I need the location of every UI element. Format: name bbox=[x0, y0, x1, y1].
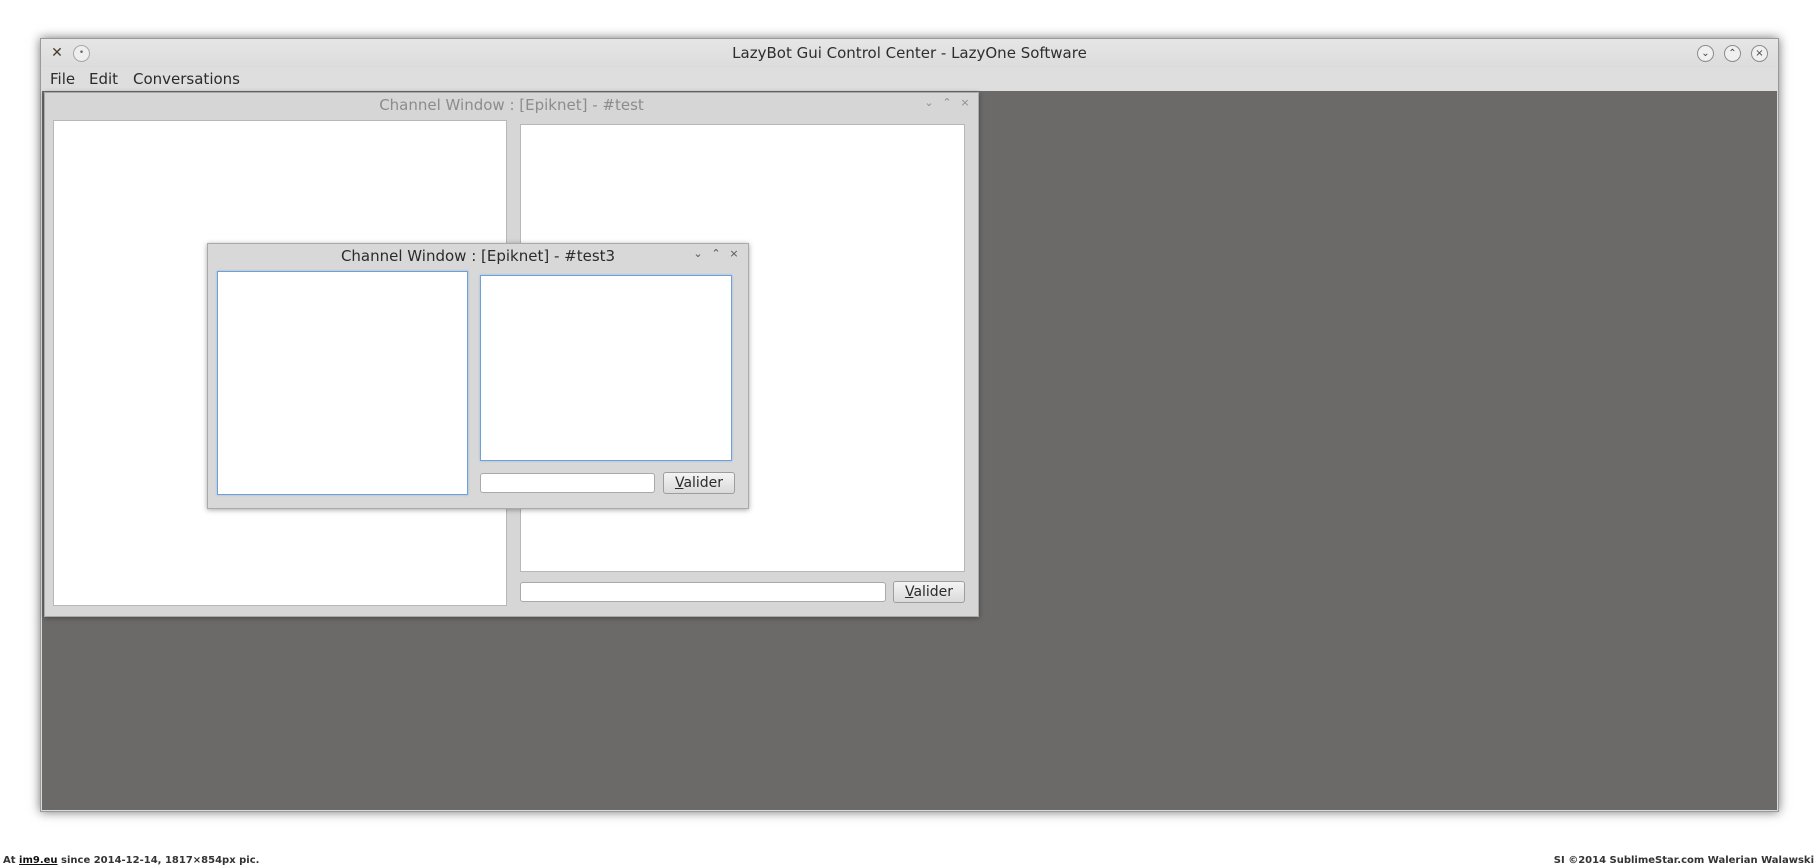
close-icon[interactable]: × bbox=[959, 96, 971, 110]
menu-bar: File Edit Conversations bbox=[41, 67, 1778, 91]
title-bar[interactable]: ✕ • LazyBot Gui Control Center - LazyOne… bbox=[41, 39, 1778, 67]
subwindow-title: Channel Window : [Epiknet] - #test bbox=[379, 96, 644, 114]
mdi-area: Channel Window : [Epiknet] - #test ⌄ ⌃ ×… bbox=[42, 91, 1777, 810]
maximize-icon[interactable]: ⌃ bbox=[1724, 45, 1741, 62]
valider-button[interactable]: Valider bbox=[893, 581, 965, 603]
maximize-icon[interactable]: ⌃ bbox=[710, 247, 722, 261]
close-icon[interactable]: × bbox=[728, 247, 740, 261]
footer-credit-right: SI ©2014 SublimeStar.com Walerian Walaws… bbox=[1553, 855, 1814, 866]
conversation-pane[interactable] bbox=[480, 275, 732, 461]
main-window: ✕ • LazyBot Gui Control Center - LazyOne… bbox=[40, 38, 1779, 812]
menu-file[interactable]: File bbox=[50, 70, 75, 88]
subwindow-title: Channel Window : [Epiknet] - #test3 bbox=[340, 247, 616, 265]
channel-window-test3[interactable]: Channel Window : [Epiknet] - #test3 ⌄ ⌃ … bbox=[207, 243, 749, 509]
footer-credit-left: At im9.eu since 2014-12-14, 1817×854px p… bbox=[3, 855, 260, 866]
close-icon[interactable]: × bbox=[1751, 45, 1768, 62]
shade-icon[interactable]: ⌄ bbox=[692, 247, 704, 261]
message-input[interactable] bbox=[480, 473, 655, 493]
menu-conversations[interactable]: Conversations bbox=[133, 70, 240, 88]
user-list-pane[interactable] bbox=[217, 271, 468, 495]
menu-edit[interactable]: Edit bbox=[89, 70, 118, 88]
window-title: LazyBot Gui Control Center - LazyOne Sof… bbox=[732, 44, 1087, 62]
maximize-icon[interactable]: ⌃ bbox=[941, 96, 953, 110]
shade-icon[interactable]: ⌄ bbox=[923, 96, 935, 110]
valider-button[interactable]: Valider bbox=[663, 472, 735, 494]
message-input[interactable] bbox=[520, 582, 886, 602]
minimize-icon[interactable]: ⌄ bbox=[1697, 45, 1714, 62]
footer-link[interactable]: im9.eu bbox=[19, 855, 58, 866]
